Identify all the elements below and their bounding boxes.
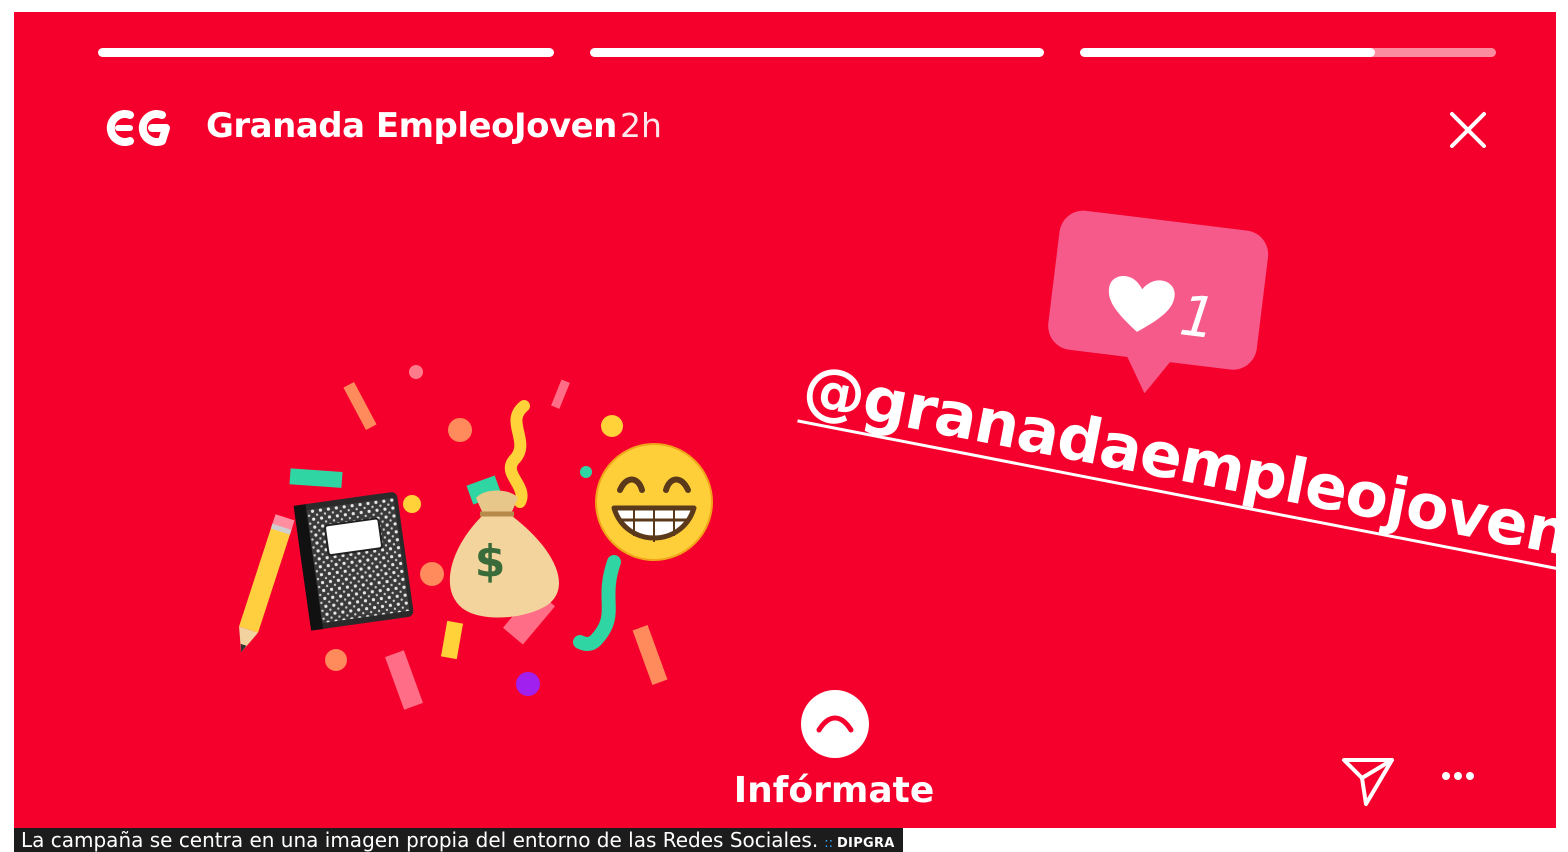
chevron-up-icon: [816, 715, 854, 733]
story-viewer[interactable]: Granada EmpleoJoven 2h 1 @granadaempleoj…: [14, 12, 1556, 828]
photo-credit: DIPGRA: [836, 836, 895, 851]
image-caption: La campaña se centra en una imagen propi…: [14, 828, 903, 852]
story-timestamp: 2h: [620, 106, 662, 145]
close-icon[interactable]: [1446, 108, 1490, 152]
account-logo-icon[interactable]: [100, 106, 176, 150]
like-count-sticker: 1: [1035, 203, 1276, 428]
account-name[interactable]: Granada EmpleoJoven: [206, 106, 617, 146]
progress-fill: [590, 48, 1044, 57]
send-icon[interactable]: [1340, 752, 1396, 808]
svg-text:$: $: [475, 536, 506, 587]
swipe-up-button[interactable]: [801, 690, 869, 758]
celebration-illustration: $: [214, 352, 734, 732]
credit-separator-icon: ::: [824, 836, 833, 851]
progress-fill: [98, 48, 554, 57]
story-progress-segment: [590, 48, 1044, 57]
caption-text: La campaña se centra en una imagen propi…: [21, 828, 819, 852]
heart-icon: [1108, 275, 1175, 332]
swipe-up-label[interactable]: Infórmate: [714, 770, 954, 811]
story-progress-segment: [98, 48, 554, 57]
progress-fill: [1080, 48, 1376, 57]
more-icon[interactable]: [1436, 764, 1480, 788]
story-progress-segment: [1080, 48, 1496, 57]
